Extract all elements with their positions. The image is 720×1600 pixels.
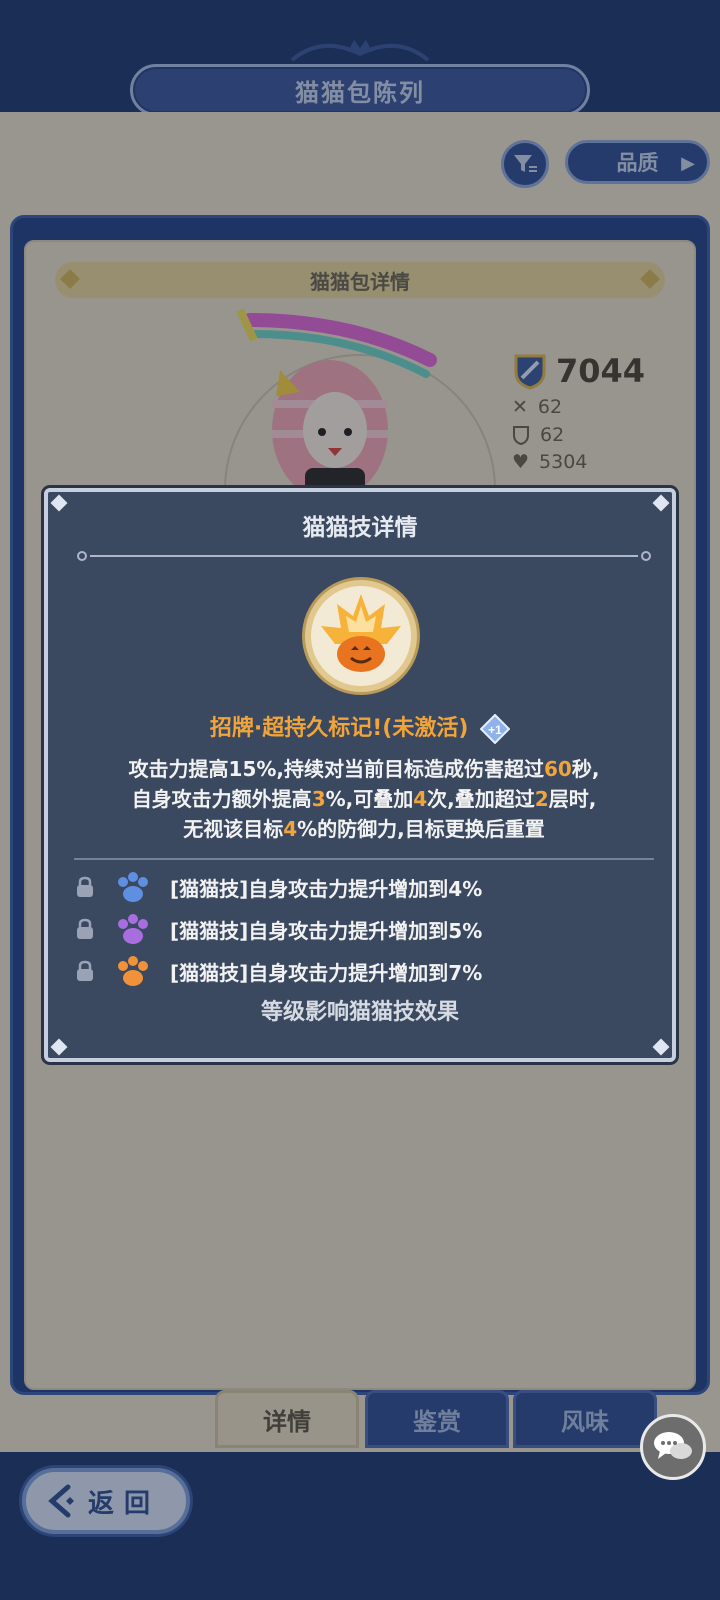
upgrade-item: [猫猫技]自身攻击力提升增加到7% (74, 950, 654, 992)
upgrade-list: [猫猫技]自身攻击力提升增加到4% [猫猫技]自身攻击力提升增加到5% [猫猫技… (74, 866, 654, 992)
skill-name-text: 招牌·超持久标记!(未激活) (209, 716, 469, 741)
skill-description: 攻击力提高15%,持续对当前目标造成伤害超过60秒, 自身攻击力额外提高3%,可… (58, 754, 670, 844)
purple-paw-icon (118, 914, 148, 944)
lock-icon (77, 918, 93, 939)
upgrade-item: [猫猫技]自身攻击力提升增加到5% (74, 908, 654, 950)
chat-bubbles-icon (654, 1432, 692, 1459)
desc-line-1: 攻击力提高15%,持续对当前目标造成伤害超过60秒, (128, 757, 600, 781)
skill-detail-modal: 猫猫技详情 招牌·超持久标记!(未激活) +1 攻击力提高15%,持续对当前目标… (44, 488, 676, 1062)
plus-badge-text: +1 (488, 723, 502, 737)
chat-button[interactable] (640, 1414, 706, 1480)
orange-paw-icon (118, 956, 148, 986)
upgrade-text: [猫猫技]自身攻击力提升增加到5% (170, 918, 483, 943)
upgrade-text: [猫猫技]自身攻击力提升增加到4% (170, 876, 483, 901)
skill-name: 招牌·超持久标记!(未激活) +1 (48, 710, 672, 744)
upgrade-item: [猫猫技]自身攻击力提升增加到4% (74, 866, 654, 908)
upgrade-text: [猫猫技]自身攻击力提升增加到7% (170, 960, 483, 985)
lock-icon (77, 876, 93, 897)
modal-title: 猫猫技详情 (302, 515, 418, 541)
modal-footer-note: 等级影响猫猫技效果 (260, 1000, 459, 1025)
flame-pumpkin-icon (321, 594, 401, 672)
corner-ornament (50, 1038, 68, 1056)
divider-ornament (77, 551, 651, 561)
section-divider (74, 858, 654, 860)
blue-paw-icon (118, 872, 148, 902)
skill-icon (305, 580, 417, 692)
plus-one-badge-icon: +1 (480, 714, 511, 744)
lock-icon (77, 960, 93, 981)
corner-ornament (652, 1038, 670, 1056)
desc-line-2: 自身攻击力额外提高3%,可叠加4次,叠加超过2层时, (131, 787, 597, 811)
desc-line-3: 无视该目标4%的防御力,目标更换后重置 (183, 817, 545, 841)
